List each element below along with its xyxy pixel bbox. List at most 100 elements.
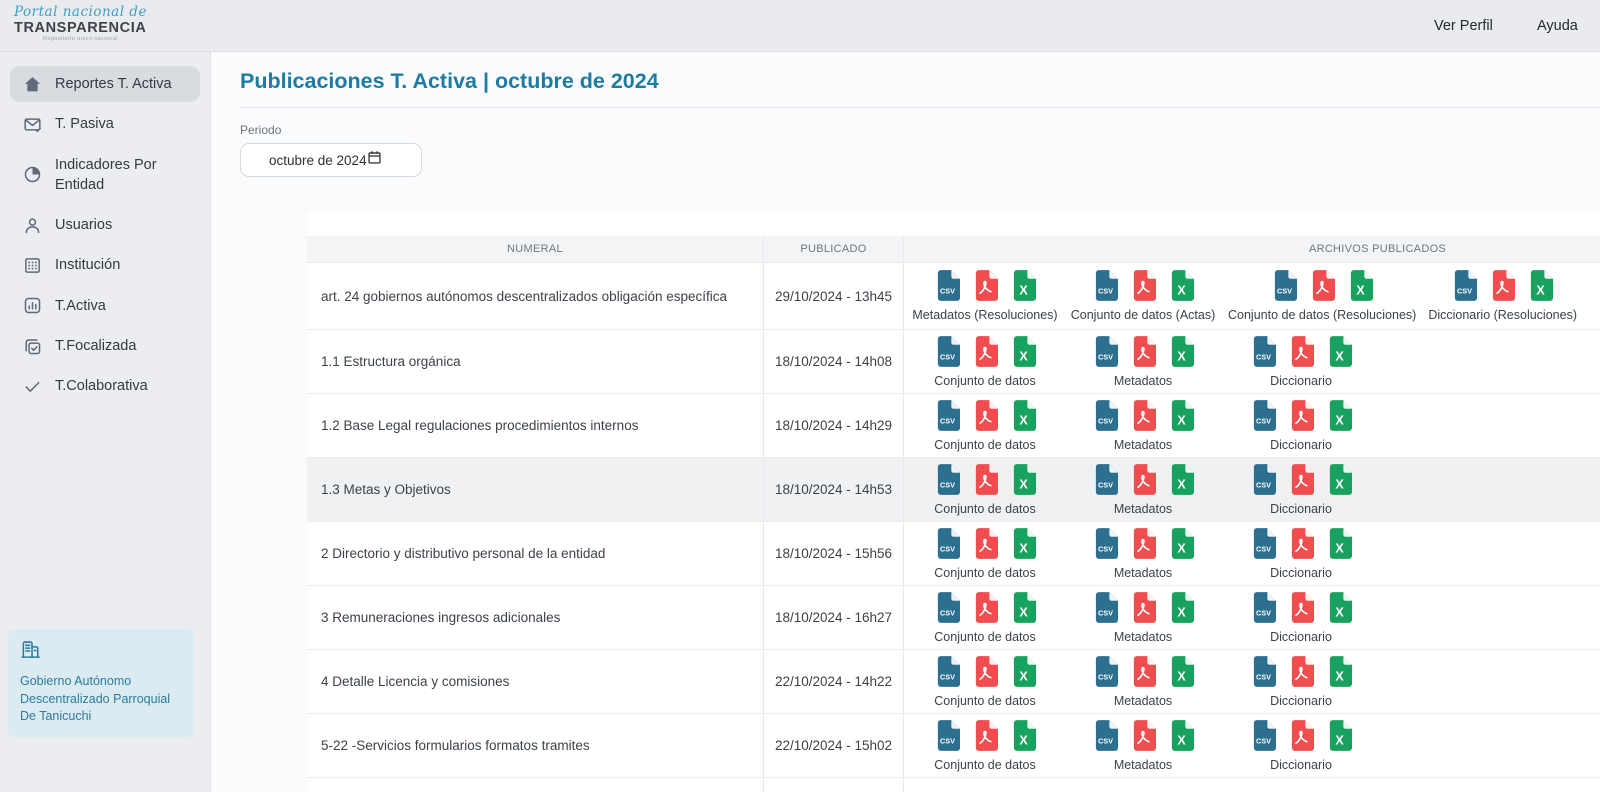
xls-file-icon[interactable]: X xyxy=(1348,270,1373,304)
file-group: CSV X Metadatos (Resoluciones) xyxy=(912,270,1058,322)
sidebar-item-usuarios[interactable]: Usuarios xyxy=(10,207,200,243)
pdf-file-icon[interactable] xyxy=(1131,400,1156,434)
csv-file-icon[interactable]: CSV xyxy=(1251,336,1276,370)
sidebar-item-t-activa[interactable]: T.Activa xyxy=(10,288,200,324)
pdf-file-icon[interactable] xyxy=(1131,592,1156,626)
svg-text:CSV: CSV xyxy=(939,544,954,553)
pdf-file-icon[interactable] xyxy=(1289,464,1314,498)
pdf-file-icon[interactable] xyxy=(973,528,998,562)
pdf-file-icon[interactable] xyxy=(1131,656,1156,690)
csv-file-icon[interactable]: CSV xyxy=(935,592,960,626)
xls-file-icon[interactable]: X xyxy=(1011,464,1036,498)
pdf-file-icon[interactable] xyxy=(973,400,998,434)
pdf-file-icon[interactable] xyxy=(1131,270,1156,304)
pdf-file-icon[interactable] xyxy=(1131,528,1156,562)
svg-text:X: X xyxy=(1177,605,1186,619)
period-date-input[interactable]: octubre de 2024 xyxy=(240,143,422,177)
xls-file-icon[interactable]: X xyxy=(1011,656,1036,690)
ayuda-link[interactable]: Ayuda xyxy=(1537,0,1578,52)
xls-file-icon[interactable]: X xyxy=(1169,656,1194,690)
csv-file-icon[interactable]: CSV xyxy=(935,400,960,434)
ver-perfil-link[interactable]: Ver Perfil xyxy=(1434,0,1493,52)
csv-file-icon[interactable]: CSV xyxy=(1093,528,1118,562)
pdf-file-icon[interactable] xyxy=(1289,400,1314,434)
csv-file-icon[interactable]: CSV xyxy=(1251,464,1276,498)
xls-file-icon[interactable]: X xyxy=(1169,270,1194,304)
xls-file-icon[interactable]: X xyxy=(1011,270,1036,304)
csv-file-icon[interactable]: CSV xyxy=(935,528,960,562)
csv-file-icon[interactable]: CSV xyxy=(1251,400,1276,434)
pdf-file-icon[interactable] xyxy=(1131,336,1156,370)
csv-file-icon[interactable]: CSV xyxy=(1251,720,1276,754)
logo-script-text: Portal nacional de xyxy=(14,6,147,20)
svg-text:CSV: CSV xyxy=(1255,608,1270,617)
file-group-label: Metadatos xyxy=(1114,502,1172,516)
xls-file-icon[interactable]: X xyxy=(1011,400,1036,434)
xls-file-icon[interactable]: X xyxy=(1327,528,1352,562)
csv-file-icon[interactable]: CSV xyxy=(1093,592,1118,626)
entity-card: Gobierno Autónomo Descentralizado Parroq… xyxy=(8,629,194,737)
csv-file-icon[interactable]: CSV xyxy=(1251,656,1276,690)
xls-file-icon[interactable]: X xyxy=(1011,720,1036,754)
pdf-file-icon[interactable] xyxy=(973,592,998,626)
csv-file-icon[interactable]: CSV xyxy=(935,656,960,690)
xls-file-icon[interactable]: X xyxy=(1327,592,1352,626)
xls-file-icon[interactable]: X xyxy=(1169,720,1194,754)
pdf-file-icon[interactable] xyxy=(973,464,998,498)
csv-file-icon[interactable]: CSV xyxy=(1251,528,1276,562)
sidebar-item-indicadores-por-entidad[interactable]: Indicadores Por Entidad xyxy=(10,147,200,204)
xls-file-icon[interactable]: X xyxy=(1169,464,1194,498)
pdf-file-icon[interactable] xyxy=(1131,464,1156,498)
csv-file-icon[interactable]: CSV xyxy=(1093,336,1118,370)
pdf-file-icon[interactable] xyxy=(973,270,998,304)
sidebar-item-t-pasiva[interactable]: T. Pasiva xyxy=(10,106,200,142)
csv-file-icon[interactable]: CSV xyxy=(1093,270,1118,304)
pdf-file-icon[interactable] xyxy=(973,656,998,690)
csv-file-icon[interactable]: CSV xyxy=(1272,270,1297,304)
table-row: 1.3 Metas y Objetivos 18/10/2024 - 14h53… xyxy=(307,458,1600,522)
csv-file-icon[interactable]: CSV xyxy=(1093,656,1118,690)
csv-file-icon[interactable]: CSV xyxy=(935,464,960,498)
csv-file-icon[interactable]: CSV xyxy=(935,720,960,754)
pdf-file-icon[interactable] xyxy=(1289,336,1314,370)
xls-file-icon[interactable]: X xyxy=(1011,528,1036,562)
xls-file-icon[interactable]: X xyxy=(1011,592,1036,626)
sidebar-item-reportes-t-activa[interactable]: Reportes T. Activa xyxy=(10,66,200,102)
csv-file-icon[interactable]: CSV xyxy=(1093,400,1118,434)
file-group-label: Conjunto de datos xyxy=(934,374,1035,388)
csv-file-icon[interactable]: CSV xyxy=(1093,720,1118,754)
xls-file-icon[interactable]: X xyxy=(1327,656,1352,690)
xls-file-icon[interactable]: X xyxy=(1327,464,1352,498)
sidebar-item-t-colaborativa[interactable]: T.Colaborativa xyxy=(10,368,200,404)
pdf-file-icon[interactable] xyxy=(1289,720,1314,754)
top-bar: Portal nacional de TRANSPARENCIA Reposit… xyxy=(0,0,1600,52)
svg-text:X: X xyxy=(1335,477,1344,491)
xls-file-icon[interactable]: X xyxy=(1327,336,1352,370)
pdf-file-icon[interactable] xyxy=(973,720,998,754)
xls-file-icon[interactable]: X xyxy=(1327,720,1352,754)
pdf-file-icon[interactable] xyxy=(1310,270,1335,304)
pdf-file-icon[interactable] xyxy=(973,336,998,370)
xls-file-icon[interactable]: X xyxy=(1528,270,1553,304)
xls-file-icon[interactable]: X xyxy=(1327,400,1352,434)
xls-file-icon[interactable]: X xyxy=(1169,336,1194,370)
pdf-file-icon[interactable] xyxy=(1289,592,1314,626)
sidebar-item-t-focalizada[interactable]: T.Focalizada xyxy=(10,328,200,364)
csv-file-icon[interactable]: CSV xyxy=(1093,464,1118,498)
svg-text:X: X xyxy=(1335,605,1344,619)
xls-file-icon[interactable]: X xyxy=(1011,336,1036,370)
csv-file-icon[interactable]: CSV xyxy=(935,336,960,370)
csv-file-icon[interactable]: CSV xyxy=(935,270,960,304)
pdf-file-icon[interactable] xyxy=(1490,270,1515,304)
calendar-icon[interactable] xyxy=(367,150,382,170)
pdf-file-icon[interactable] xyxy=(1289,528,1314,562)
csv-file-icon[interactable]: CSV xyxy=(1452,270,1477,304)
xls-file-icon[interactable]: X xyxy=(1169,592,1194,626)
pdf-file-icon[interactable] xyxy=(1289,656,1314,690)
sidebar-item-instituci-n[interactable]: Institución xyxy=(10,247,200,283)
svg-text:X: X xyxy=(1356,284,1365,298)
csv-file-icon[interactable]: CSV xyxy=(1251,592,1276,626)
pdf-file-icon[interactable] xyxy=(1131,720,1156,754)
xls-file-icon[interactable]: X xyxy=(1169,528,1194,562)
xls-file-icon[interactable]: X xyxy=(1169,400,1194,434)
